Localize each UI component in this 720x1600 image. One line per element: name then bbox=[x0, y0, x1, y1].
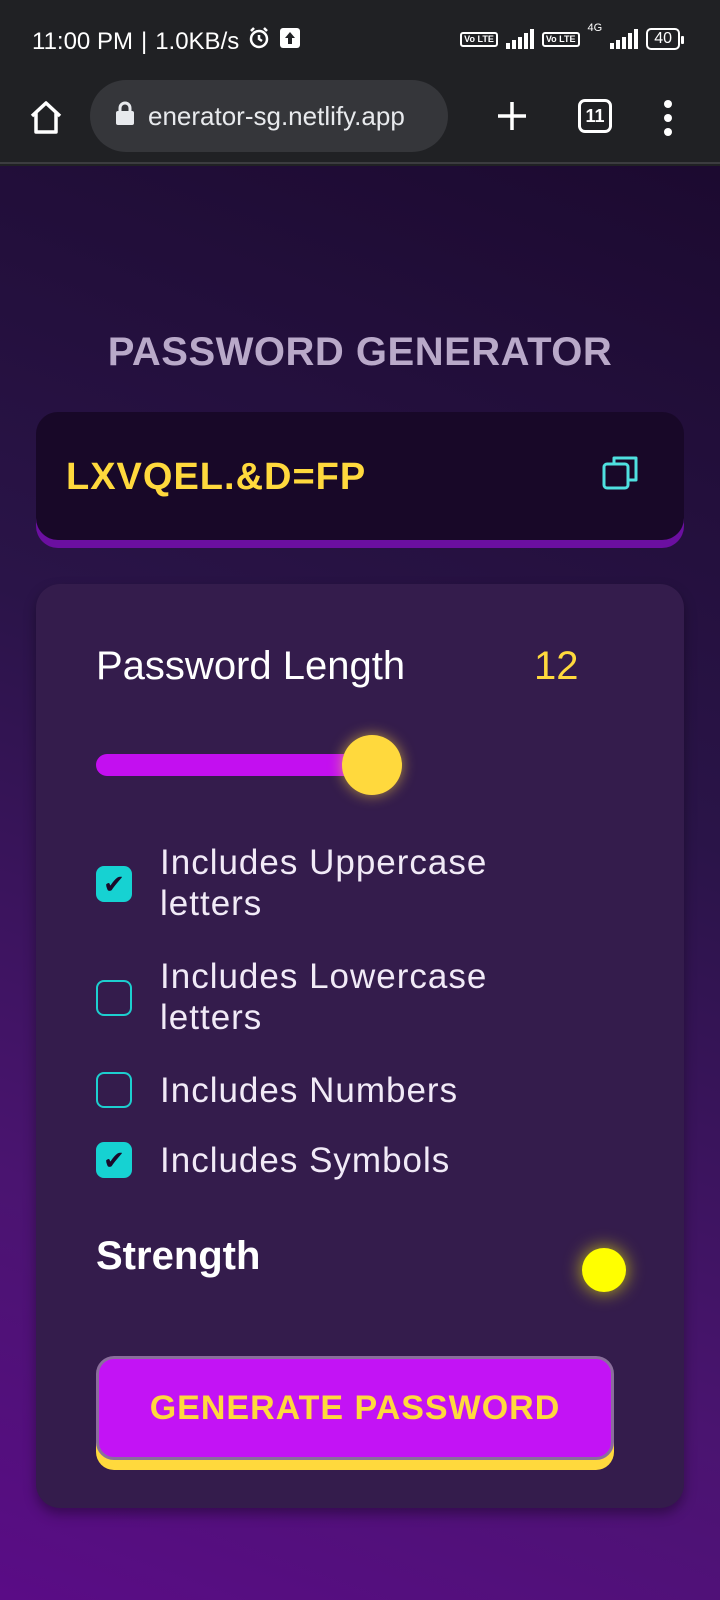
length-label: Password Length bbox=[96, 644, 406, 688]
check-icon: ✔ bbox=[103, 1145, 125, 1175]
checkbox-numbers[interactable] bbox=[96, 1072, 132, 1108]
signal-icon-2 bbox=[610, 29, 639, 49]
plus-icon[interactable] bbox=[490, 94, 534, 138]
check-icon: ✔ bbox=[103, 869, 125, 899]
alarm-icon bbox=[247, 26, 271, 57]
network-type: 4G bbox=[587, 22, 603, 34]
checkbox-symbols[interactable]: ✔ bbox=[96, 1142, 132, 1178]
checkbox-lowercase[interactable] bbox=[96, 980, 132, 1016]
password-display: LXVQEL.&D=FP bbox=[36, 412, 684, 540]
option-symbols[interactable]: ✔ Includes Symbols bbox=[96, 1140, 540, 1181]
slider-track bbox=[96, 754, 372, 776]
generate-password-button[interactable]: GENERATE PASSWORD bbox=[96, 1356, 614, 1460]
signal-icon bbox=[505, 29, 534, 49]
settings-card: Password Length 12 ✔ Includes Uppercase … bbox=[36, 584, 684, 1508]
strength-indicator bbox=[582, 1248, 626, 1292]
option-label: Includes Symbols bbox=[160, 1141, 451, 1180]
status-time: 11:00 PM bbox=[32, 27, 133, 55]
page-title: PASSWORD GENERATOR bbox=[107, 330, 613, 374]
url-text: enerator-sg.netlify.app bbox=[148, 100, 405, 131]
option-label: Includes Lowercase letters bbox=[160, 957, 488, 1037]
more-vert-icon[interactable] bbox=[658, 96, 678, 140]
lock-icon bbox=[114, 100, 136, 133]
browser-toolbar: enerator-sg.netlify.app 11 bbox=[0, 80, 720, 164]
url-bar[interactable]: enerator-sg.netlify.app bbox=[90, 80, 448, 152]
checkbox-uppercase[interactable]: ✔ bbox=[96, 866, 132, 902]
length-value: 12 bbox=[534, 644, 579, 688]
battery-icon: 40 bbox=[646, 28, 684, 50]
page: PASSWORD GENERATOR LXVQEL.&D=FP Password… bbox=[0, 166, 720, 1600]
slider-thumb[interactable] bbox=[342, 735, 402, 795]
length-slider[interactable] bbox=[96, 734, 416, 814]
option-uppercase[interactable]: ✔ Includes Uppercase letters bbox=[96, 842, 540, 924]
option-lowercase[interactable]: Includes Lowercase letters bbox=[96, 956, 540, 1038]
copy-icon[interactable] bbox=[600, 452, 642, 494]
volte-icon-2: Vo LTE bbox=[541, 31, 580, 47]
upload-icon bbox=[279, 27, 301, 56]
volte-icon: Vo LTE bbox=[460, 31, 498, 47]
status-left: 11:00 PM | 1.0KB/s bbox=[32, 26, 301, 57]
tabs-icon[interactable]: 11 bbox=[578, 99, 612, 133]
option-label: Includes Numbers bbox=[160, 1071, 459, 1110]
status-bar: 11:00 PM | 1.0KB/s Vo LTE Vo LTE 4G 40 bbox=[0, 0, 720, 80]
status-right: Vo LTE Vo LTE 4G 40 bbox=[460, 22, 684, 50]
home-icon[interactable] bbox=[24, 96, 68, 140]
password-text: LXVQEL.&D=FP bbox=[66, 456, 367, 498]
option-label: Includes Uppercase letters bbox=[160, 843, 488, 923]
status-separator: | bbox=[140, 27, 148, 55]
strength-label: Strength bbox=[96, 1234, 261, 1278]
option-numbers[interactable]: Includes Numbers bbox=[96, 1070, 540, 1111]
status-net-speed: 1.0KB/s bbox=[155, 27, 240, 55]
